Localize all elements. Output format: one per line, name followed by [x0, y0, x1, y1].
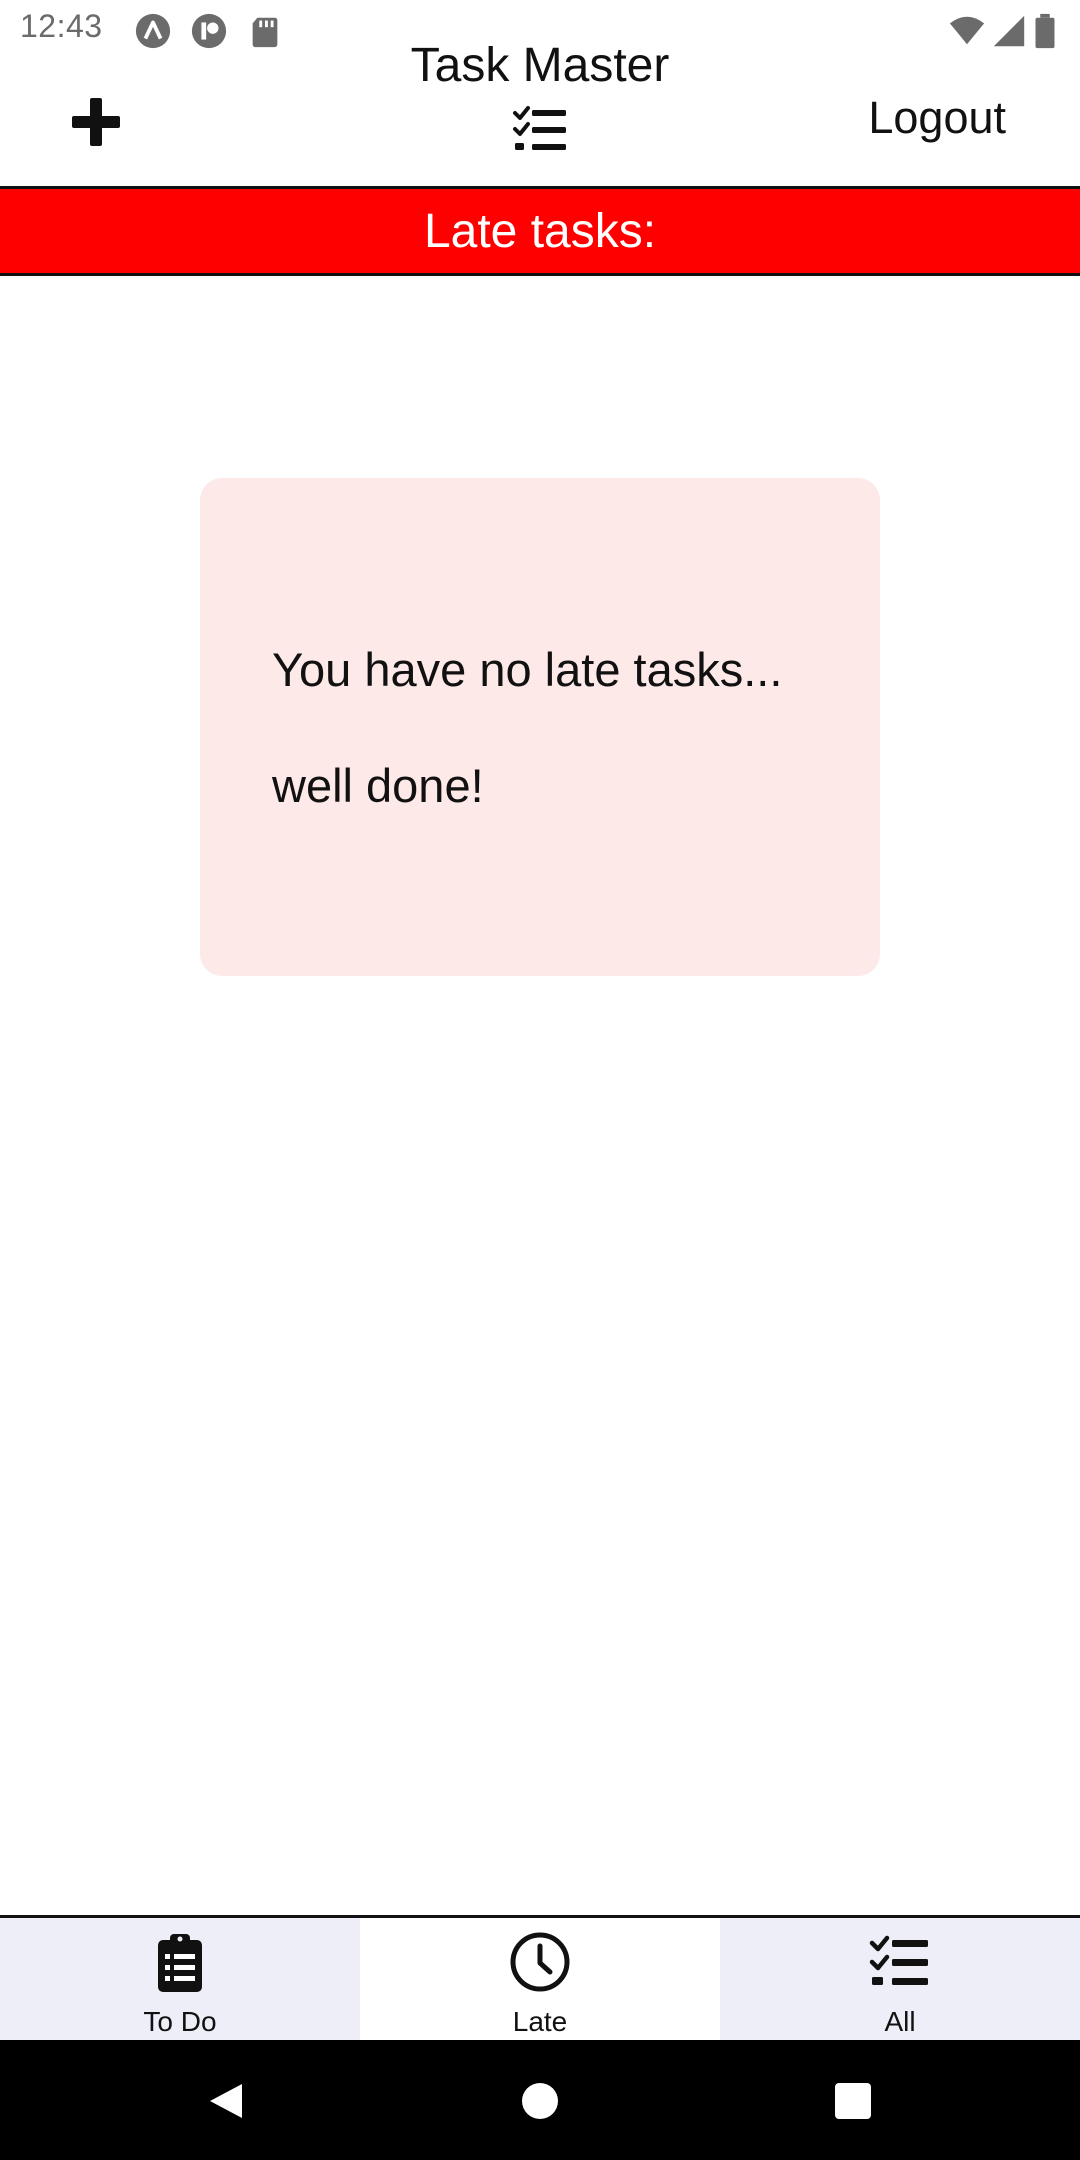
screen: 12:43 Task Master Logout Late tasks: You… — [0, 0, 1080, 2160]
tab-late-label: Late — [512, 2006, 568, 2037]
logout-button[interactable]: Logout — [868, 92, 1006, 144]
app-header: Task Master Logout — [0, 36, 1080, 186]
clock-icon — [508, 1930, 572, 1994]
bottom-tab-bar: To Do Late All — [0, 1915, 1080, 2040]
tab-late[interactable]: Late — [360, 1918, 720, 2040]
tab-todo[interactable]: To Do — [0, 1918, 360, 2040]
add-task-button[interactable] — [66, 92, 126, 152]
system-nav-bar — [0, 2040, 1080, 2160]
checklist-icon — [512, 102, 568, 158]
empty-state-card: You have no late tasks... well done! — [200, 478, 880, 976]
tab-todo-label: To Do — [143, 2006, 217, 2037]
empty-state-message: You have no late tasks... — [272, 643, 783, 696]
plus-icon — [66, 92, 126, 152]
late-tasks-banner: Late tasks: — [0, 186, 1080, 276]
empty-state-congrats: well done! — [272, 759, 484, 812]
back-icon[interactable] — [204, 2080, 246, 2122]
clipboard-list-icon — [148, 1930, 212, 1994]
tab-all-label: All — [884, 2006, 916, 2037]
tab-all[interactable]: All — [720, 1918, 1080, 2040]
checklist-icon — [868, 1930, 932, 1994]
app-title: Task Master — [410, 39, 670, 92]
late-tasks-heading: Late tasks: — [423, 204, 657, 258]
recents-icon[interactable] — [832, 2080, 874, 2122]
home-icon[interactable] — [519, 2080, 561, 2122]
